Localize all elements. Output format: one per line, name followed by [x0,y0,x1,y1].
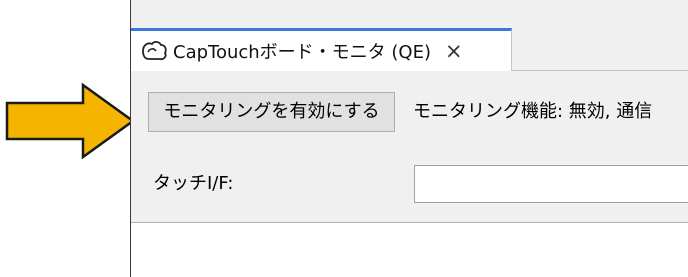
pointer-arrow-icon [5,83,135,159]
touch-if-field[interactable] [414,165,688,203]
close-icon[interactable]: × [445,40,463,62]
hand-touch-icon [142,40,167,61]
tab-bar: CapTouchボード・モニタ (QE) × [131,0,688,71]
touch-if-label: タッチI/F: [153,173,234,194]
monitor-content-area [131,223,688,277]
enable-monitoring-button[interactable]: モニタリングを有効にする [148,92,395,132]
tab-captouch-monitor[interactable]: CapTouchボード・モニタ (QE) × [131,28,512,71]
monitoring-status-text: モニタリング機能: 無効, 通信 [413,101,653,122]
monitoring-toolbar: モニタリングを有効にする モニタリング機能: 無効, 通信 [131,71,688,147]
touch-if-row: タッチI/F: [131,147,688,223]
monitor-window: CapTouchボード・モニタ (QE) × モニタリングを有効にする モニタリ… [130,0,688,277]
tab-title: CapTouchボード・モニタ (QE) [173,42,431,63]
